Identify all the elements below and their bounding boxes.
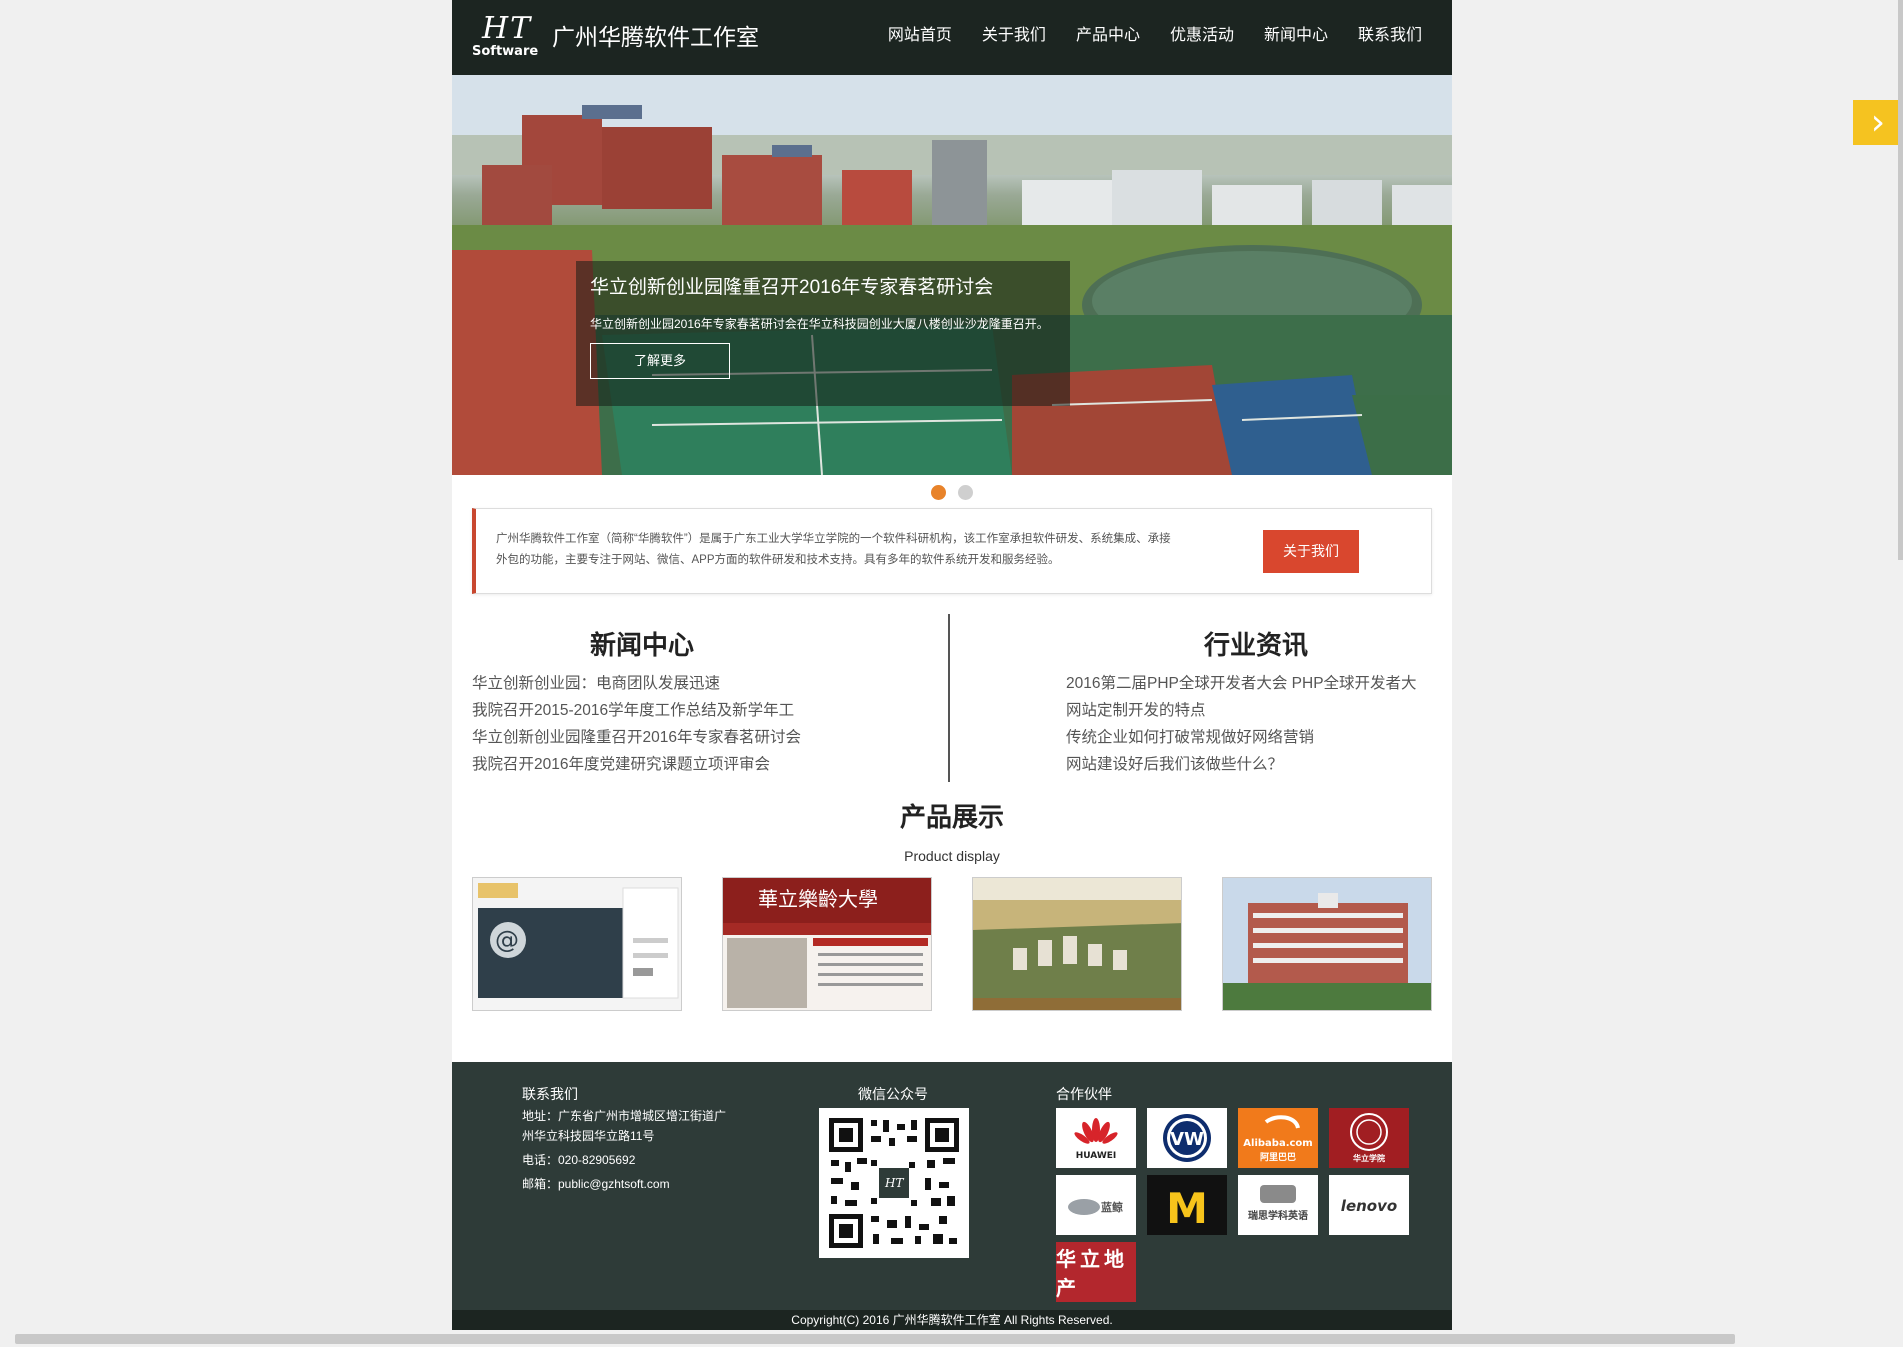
footer-email[interactable]: 邮箱：public@gzhtsoft.com: [522, 1174, 670, 1194]
about-us-button[interactable]: 关于我们: [1263, 530, 1359, 573]
site-footer: 联系我们 地址：广东省广州市增城区增江街道广 州华立科技园华立路11号 电话：0…: [452, 1062, 1452, 1310]
product-2-banner-text: 華立樂齡大學: [758, 887, 878, 911]
qr-center-logo: HT: [884, 1176, 904, 1190]
hero-banner[interactable]: 华立创新创业园隆重召开2016年专家春茗研讨会 华立创新创业园2016年专家春茗…: [452, 75, 1452, 475]
news-item[interactable]: 我院召开2015-2016学年度工作总结及新学年工: [472, 697, 912, 724]
product-image-3: [973, 878, 1181, 1010]
product-thumb-login-system[interactable]: @: [472, 877, 682, 1011]
product-image-4: [1223, 878, 1431, 1010]
partner-huali-realestate-logo[interactable]: 华立地产: [1056, 1242, 1136, 1302]
footer-address-line2: 州华立科技园华立路11号: [522, 1129, 655, 1143]
carousel-dots: [452, 485, 1452, 500]
nav-home[interactable]: 网站首页: [888, 24, 952, 48]
svg-text:阿里巴巴: 阿里巴巴: [1260, 1152, 1296, 1163]
news-center-title: 新闻中心: [590, 630, 695, 660]
product-image-2: 華立樂齡大學: [723, 878, 931, 1010]
partner-ruisi-english-logo[interactable]: 瑞思学科英语: [1238, 1175, 1318, 1235]
svg-text:蓝鲸: 蓝鲸: [1101, 1200, 1123, 1214]
logo-mark: HT: [482, 11, 533, 46]
partner-lenovo-logo[interactable]: lenovo: [1329, 1175, 1409, 1235]
horizontal-scrollbar[interactable]: [15, 1334, 1735, 1344]
svg-text:Alibaba.com: Alibaba.com: [1243, 1138, 1312, 1149]
wechat-qr-code: HT: [819, 1108, 969, 1258]
site-title: 广州华腾软件工作室: [552, 24, 759, 50]
intro-text: 广州华腾软件工作室（简称“华腾软件”）是属于广东工业大学华立学院的一个软件科研机…: [496, 533, 1171, 566]
partner-alibaba-logo[interactable]: Alibaba.com 阿里巴巴: [1238, 1108, 1318, 1168]
svg-text:瑞思学科英语: 瑞思学科英语: [1248, 1209, 1308, 1222]
chevron-right-icon: ›: [1870, 102, 1886, 143]
products-title: 产品展示: [899, 802, 1004, 832]
site-logo[interactable]: HT Software: [472, 14, 544, 60]
partner-mcdonalds-logo[interactable]: M: [1147, 1175, 1227, 1235]
svg-text:M: M: [1166, 1184, 1208, 1233]
site-header: HT Software 广州华腾软件工作室 网站首页 关于我们 产品中心 优惠活…: [452, 0, 1452, 75]
intro-box: 广州华腾软件工作室（简称“华腾软件”）是属于广东工业大学华立学院的一个软件科研机…: [472, 508, 1432, 594]
partner-lanjing-logo[interactable]: 蓝鲸: [1056, 1175, 1136, 1235]
carousel-dot-2[interactable]: [958, 485, 973, 500]
product-thumb-campus-building[interactable]: [1222, 877, 1432, 1011]
footer-partners-title: 合作伙伴: [1056, 1086, 1112, 1102]
industry-news-item[interactable]: 传统企业如何打破常规做好网络营销: [1066, 724, 1432, 751]
page-container: HT Software 广州华腾软件工作室 网站首页 关于我们 产品中心 优惠活…: [452, 0, 1452, 1330]
svg-text:lenovo: lenovo: [1341, 1197, 1397, 1215]
logo-subtext: Software: [472, 44, 539, 59]
partner-huali-college-logo[interactable]: 华立学院: [1329, 1108, 1409, 1168]
news-item[interactable]: 我院召开2016年度党建研究课题立项评审会: [472, 751, 912, 778]
banner-caption-text: 华立创新创业园2016年专家春茗研讨会在华立科技园创业大厦八楼创业沙龙隆重召开。: [590, 317, 1049, 331]
svg-text:HUAWEI: HUAWEI: [1076, 1151, 1117, 1161]
svg-text:VW: VW: [1170, 1129, 1204, 1150]
banner-caption-title: 华立创新创业园隆重召开2016年专家春茗研讨会: [590, 277, 994, 298]
news-item[interactable]: 华立创新创业园隆重召开2016年专家春茗研讨会: [472, 724, 912, 751]
products-subtitle: Product display: [904, 848, 1000, 864]
industry-news-item[interactable]: 网站建设好后我们该做些什么？: [1066, 751, 1432, 778]
footer-contact-title: 联系我们: [522, 1086, 578, 1102]
nav-news[interactable]: 新闻中心: [1264, 24, 1328, 48]
footer-phone: 电话：020-82905692: [522, 1153, 636, 1167]
news-item[interactable]: 华立创新创业园：电商团队发展迅速: [472, 670, 912, 697]
product-thumb-university-site[interactable]: 華立樂齡大學: [722, 877, 932, 1011]
vertical-scrollbar[interactable]: [1898, 0, 1903, 560]
nav-products[interactable]: 产品中心: [1076, 24, 1140, 48]
news-list: 华立创新创业园：电商团队发展迅速 我院召开2015-2016学年度工作总结及新学…: [472, 670, 912, 778]
main-nav: 网站首页 关于我们 产品中心 优惠活动 新闻中心 联系我们: [888, 24, 1422, 48]
nav-contact[interactable]: 联系我们: [1358, 24, 1422, 48]
banner-caption: 华立创新创业园隆重召开2016年专家春茗研讨会 华立创新创业园2016年专家春茗…: [576, 261, 1070, 406]
partner-huawei-logo[interactable]: HUAWEI: [1056, 1108, 1136, 1168]
footer-wechat-title: 微信公众号: [858, 1086, 928, 1102]
qr-code-image: HT: [827, 1116, 961, 1250]
copyright-bar: Copyright(C) 2016 广州华腾软件工作室 All Rights R…: [452, 1310, 1452, 1330]
industry-news-list: 2016第二届PHP全球开发者大会 PHP全球开发者大 网站定制开发的特点 传统…: [1066, 670, 1432, 778]
industry-news-item[interactable]: 网站定制开发的特点: [1066, 697, 1432, 724]
product-thumb-realestate-site[interactable]: [972, 877, 1182, 1011]
svg-text:@: @: [495, 926, 519, 954]
product-image-1: @: [473, 878, 681, 1010]
industry-news-title: 行业资讯: [1204, 630, 1309, 660]
partner-volkswagen-logo[interactable]: VW: [1147, 1108, 1227, 1168]
svg-text:华立学院: 华立学院: [1353, 1153, 1385, 1163]
carousel-dot-1[interactable]: [931, 485, 946, 500]
nav-about[interactable]: 关于我们: [982, 24, 1046, 48]
column-divider: [948, 614, 950, 782]
nav-promotions[interactable]: 优惠活动: [1170, 24, 1234, 48]
footer-address-line1: 地址：广东省广州市增城区增江街道广: [522, 1109, 727, 1123]
industry-news-item[interactable]: 2016第二届PHP全球开发者大会 PHP全球开发者大: [1066, 670, 1432, 697]
learn-more-button[interactable]: 了解更多: [590, 343, 730, 379]
next-arrow-button[interactable]: ›: [1853, 100, 1903, 145]
